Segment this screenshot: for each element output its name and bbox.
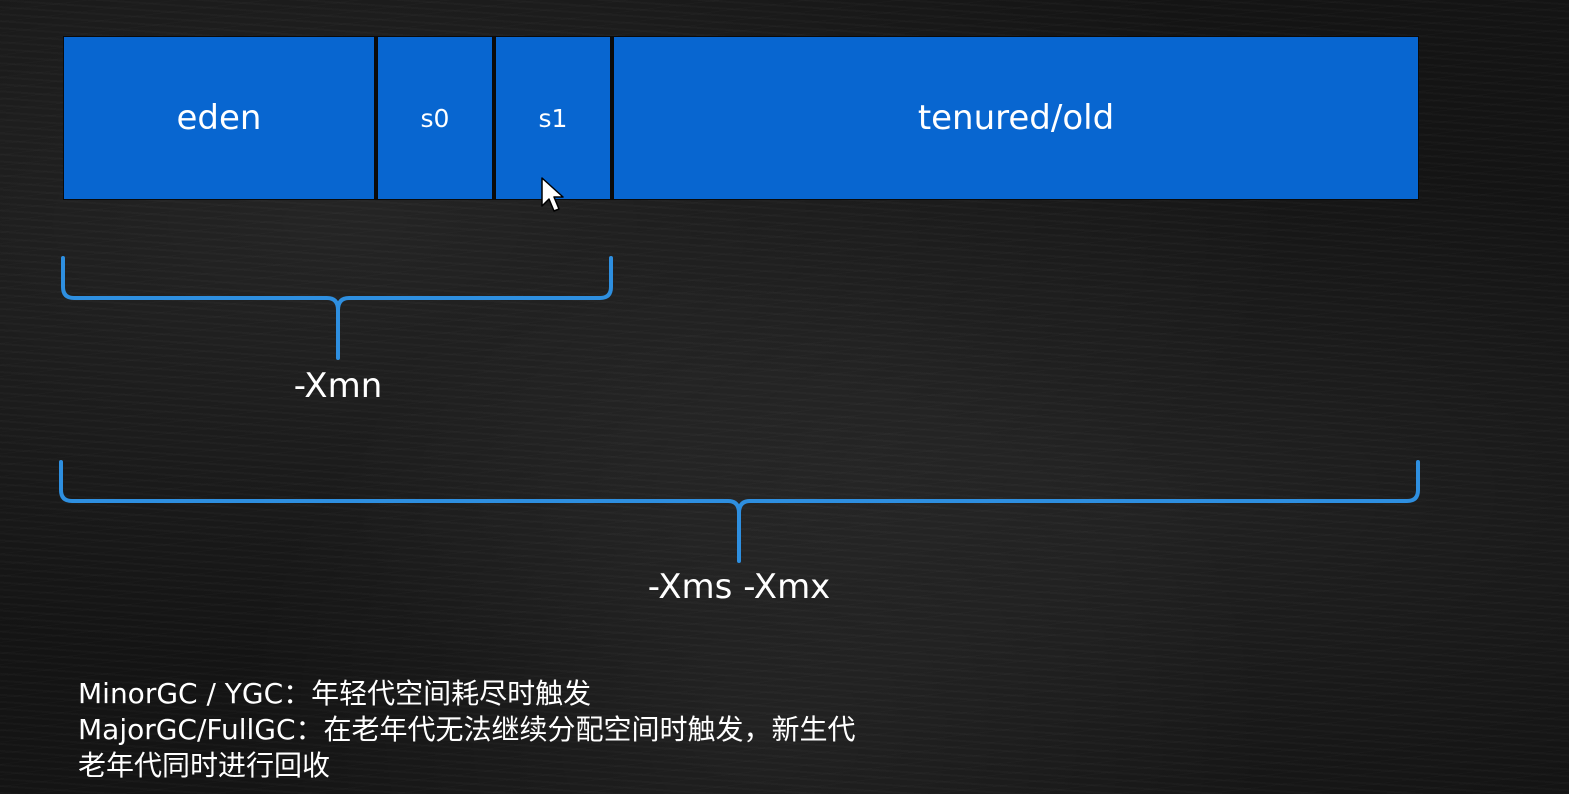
mouse-pointer-icon (541, 177, 564, 212)
xmn-label: -Xmn (293, 366, 383, 406)
major-gc-note: MajorGC/FullGC：在老年代无法继续分配空间时触发，新生代 (78, 713, 856, 746)
major-gc-note-continued: 老年代同时进行回收 (78, 749, 331, 782)
gc-notes: MinorGC / YGC：年轻代空间耗尽时触发 MajorGC/FullGC：… (78, 676, 1078, 784)
young-generation-brace (61, 256, 613, 360)
braces-layer (59, 256, 1420, 563)
minor-gc-note: MinorGC / YGC：年轻代空间耗尽时触发 (78, 677, 592, 710)
xms-xmx-label: -Xms -Xmx (647, 567, 831, 607)
heap-brace (59, 460, 1420, 563)
